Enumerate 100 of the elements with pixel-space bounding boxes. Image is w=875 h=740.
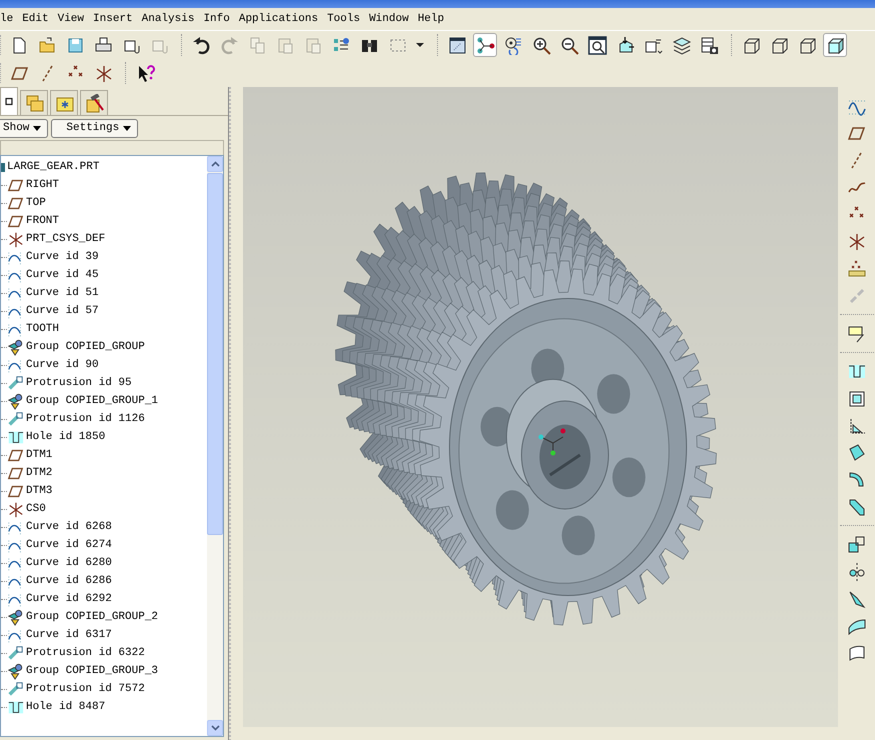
tree-item[interactable]: Hole id 1850 — [24, 431, 106, 443]
refit-icon — [588, 36, 606, 54]
tree-item[interactable]: DTM3 — [24, 485, 52, 497]
group-icon — [7, 662, 24, 680]
protrusion-icon — [7, 680, 24, 698]
chain-link-icon — [847, 286, 866, 305]
shell-icon — [847, 389, 866, 408]
tree-item[interactable]: Group COPIED_GROUP_1 — [24, 395, 158, 407]
caret-icon — [33, 126, 42, 130]
folders-icon — [24, 94, 44, 112]
tree-item[interactable]: FRONT — [24, 215, 60, 227]
menu-item[interactable]: Insert — [91, 13, 140, 25]
clipboard-icon — [304, 36, 322, 54]
zoom-in-icon — [532, 36, 550, 54]
tree-item[interactable]: DTM2 — [24, 467, 52, 479]
round-icon — [847, 470, 866, 489]
tree-item[interactable]: Curve id 51 — [24, 287, 99, 299]
menu-item[interactable]: Analysis — [140, 13, 202, 25]
shaded-cube-icon — [826, 36, 844, 54]
menu-item[interactable]: View — [56, 13, 92, 25]
hole-icon — [7, 428, 24, 446]
mirror-icon — [847, 562, 866, 581]
tree-item[interactable]: TOP — [24, 197, 46, 209]
coordinate-system-icon — [7, 230, 24, 248]
toolbar-button[interactable] — [823, 33, 847, 57]
printer-icon — [94, 36, 112, 54]
orient-mode-icon — [504, 36, 522, 54]
tree-item[interactable]: Curve id 57 — [24, 305, 99, 317]
wireframe-cube-icon — [770, 36, 788, 54]
pattern-icon — [847, 535, 866, 554]
tree-item[interactable]: Group COPIED_GROUP_3 — [24, 665, 158, 677]
clipboard-icon — [276, 36, 294, 54]
tree-item[interactable]: Group COPIED_GROUP — [24, 341, 145, 353]
tree-item[interactable]: Protrusion id 1126 — [24, 413, 145, 425]
tree-item[interactable]: Group COPIED_GROUP_2 — [24, 611, 158, 623]
tree-item[interactable]: LARGE_GEAR.PRT — [5, 161, 100, 173]
chevron-up-icon — [210, 161, 220, 167]
menu-item[interactable]: le — [0, 13, 20, 25]
zoom-out-icon — [560, 36, 578, 54]
tree-item[interactable]: Protrusion id 95 — [24, 377, 132, 389]
caret-icon — [416, 43, 424, 47]
tree-item[interactable]: Curve id 90 — [24, 359, 99, 371]
tree-item[interactable]: Curve id 45 — [24, 269, 99, 281]
menu-item[interactable]: Edit — [20, 13, 56, 25]
group-icon — [7, 608, 24, 626]
menu-item[interactable]: Info — [201, 13, 237, 25]
undo-arrow-icon — [192, 36, 210, 54]
scrollbar[interactable] — [207, 156, 223, 736]
menu-item[interactable]: Applications — [236, 13, 326, 25]
tree-item[interactable]: Curve id 6292 — [24, 593, 112, 605]
tree-item[interactable]: Curve id 6280 — [24, 557, 112, 569]
table-camera-icon — [700, 36, 718, 54]
caret-icon — [123, 126, 132, 130]
extend-surface-icon — [847, 643, 866, 662]
tree-item[interactable]: RIGHT — [24, 179, 60, 191]
scroll-down-button[interactable] — [207, 720, 223, 736]
menu-item[interactable]: Window — [367, 13, 416, 25]
menu-item[interactable]: Help — [416, 13, 452, 25]
chamfer-icon — [847, 497, 866, 516]
coordinate-system-icon — [7, 500, 24, 518]
tree-item[interactable]: Curve id 6274 — [24, 539, 112, 551]
protrusion-icon — [7, 374, 24, 392]
note-icon — [847, 324, 866, 343]
hole-icon — [7, 698, 24, 716]
folder-icon — [38, 36, 56, 54]
tree-item[interactable]: Curve id 6286 — [24, 575, 112, 587]
toolbar-grip[interactable] — [0, 63, 4, 83]
wireframe-cube-icon — [798, 36, 816, 54]
group-icon — [7, 338, 24, 356]
merge-surface-icon — [847, 589, 866, 608]
tree-item[interactable]: Protrusion id 7572 — [24, 683, 145, 695]
tree-item[interactable]: DTM1 — [24, 449, 52, 461]
protrusion-icon — [7, 644, 24, 662]
analysis-icon — [847, 259, 866, 278]
layers-icon — [672, 36, 690, 54]
hammer-folder-icon — [84, 94, 104, 112]
dropdown-button[interactable]: Settings — [51, 118, 138, 138]
redo-arrow-icon — [220, 36, 238, 54]
scroll-up-button[interactable] — [207, 156, 223, 172]
toolbar-grip[interactable] — [0, 35, 4, 55]
draft-icon — [847, 443, 866, 462]
spin-center-icon — [476, 36, 494, 54]
dropdown-button[interactable]: Show — [0, 118, 48, 138]
chevron-down-icon — [210, 725, 220, 731]
scroll-thumb[interactable] — [207, 173, 223, 535]
tree-item[interactable]: Curve id 39 — [24, 251, 99, 263]
tree-item[interactable]: TOOTH — [24, 323, 60, 335]
wireframe-cube-icon — [742, 36, 760, 54]
coordinate-system-icon — [847, 232, 866, 251]
tree-item[interactable]: PRT_CSYS_DEF — [24, 233, 106, 245]
tree-item[interactable]: Curve id 6268 — [24, 521, 112, 533]
hole-icon — [847, 362, 866, 381]
tree-item[interactable]: Protrusion id 6322 — [24, 647, 145, 659]
protrusion-icon — [7, 410, 24, 428]
panel-tab[interactable] — [0, 87, 18, 115]
tree-item[interactable]: Hole id 8487 — [24, 701, 106, 713]
toolbar-button[interactable] — [473, 33, 497, 57]
tree-item[interactable]: CS0 — [24, 503, 46, 515]
tree-item[interactable]: Curve id 6317 — [24, 629, 112, 641]
menu-item[interactable]: Tools — [325, 13, 368, 25]
